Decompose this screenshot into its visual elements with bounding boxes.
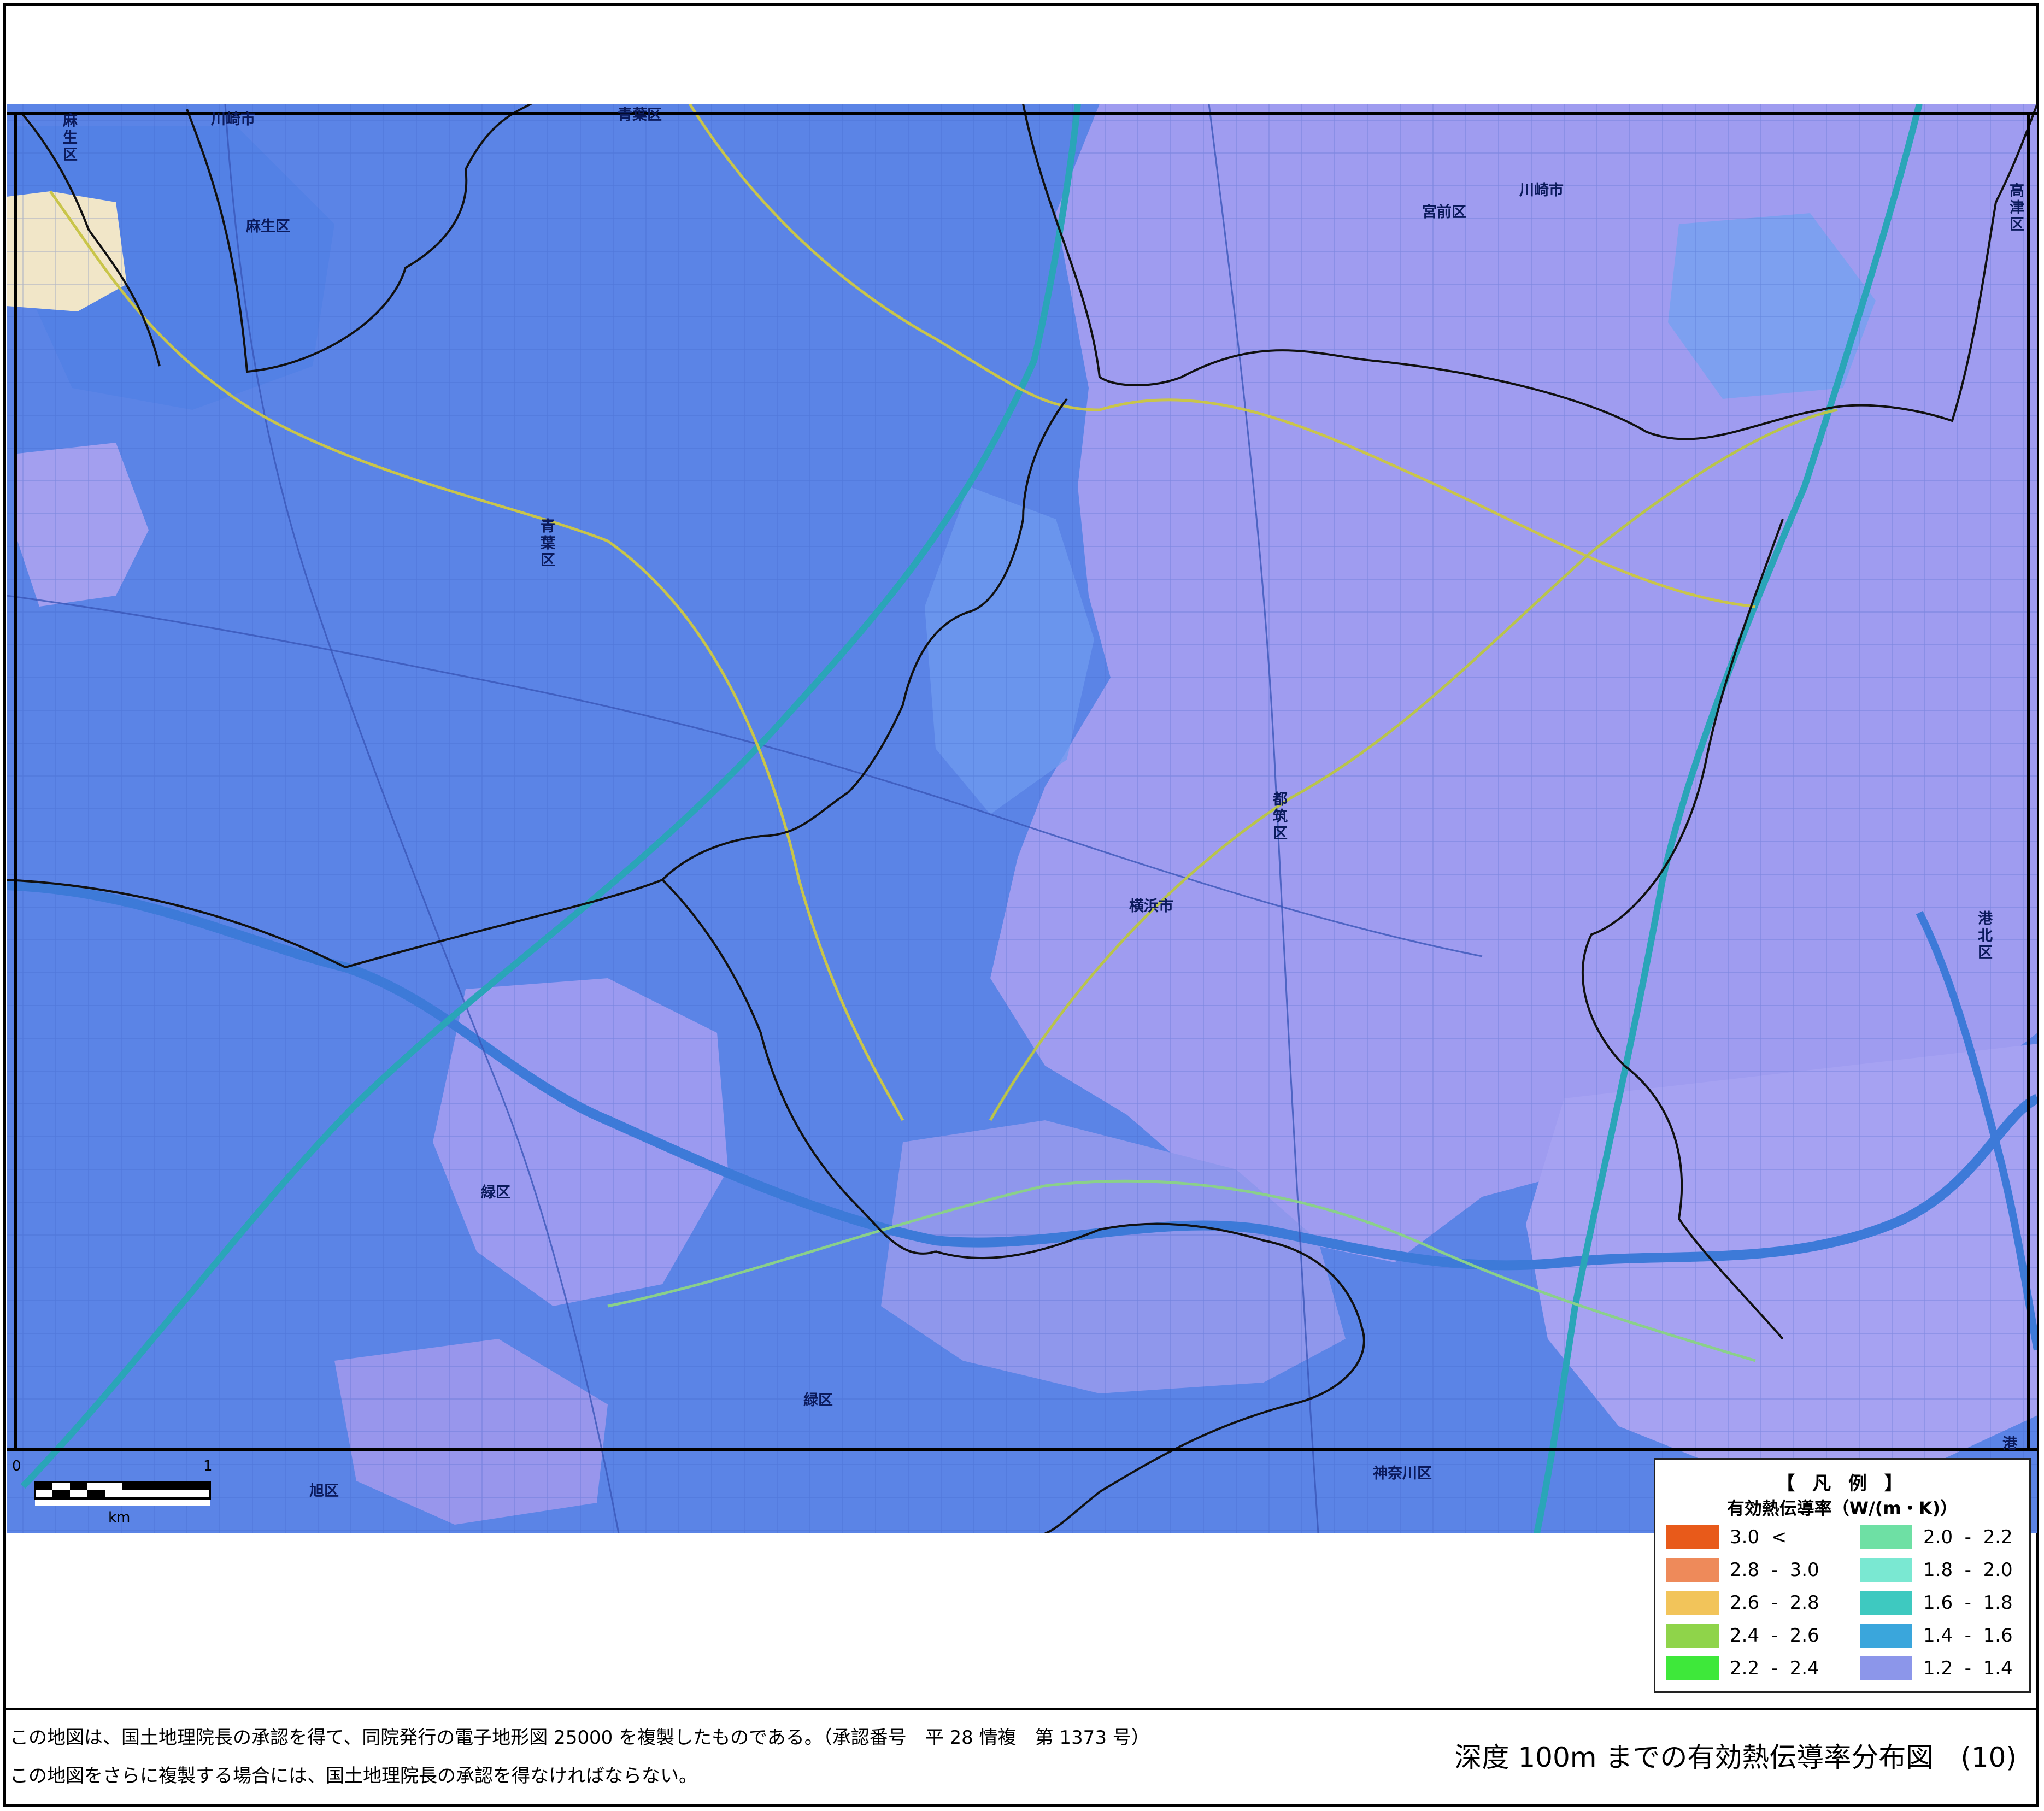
legend-swatch	[1860, 1525, 1912, 1549]
district-label-midori: 緑区	[803, 1392, 833, 1409]
legend-swatch	[1666, 1656, 1719, 1680]
reproduction-notice: この地図をさらに複製する場合には、国土地理院長の承認を得なければならない。	[10, 1765, 697, 1787]
legend-swatch	[1666, 1591, 1719, 1615]
district-label-aoba: 青葉区	[538, 518, 555, 569]
approval-notice: この地図は、国土地理院長の承認を得て、同院発行の電子地形図 25000 を複製し…	[10, 1727, 1150, 1749]
district-label-kawasaki-nw: 川崎市	[211, 111, 255, 128]
district-label-miyamae: 宮前区	[1422, 204, 1466, 221]
district-label-midori-west: 緑区	[481, 1184, 510, 1201]
scale-unit: km	[108, 1509, 131, 1526]
district-label-kawasaki: 川崎市	[1519, 182, 1564, 199]
legend-label: 1.6 - 1.8	[1923, 1592, 2013, 1614]
scale-segment-2	[70, 1482, 87, 1490]
district-label-kohoku: 港北区	[1975, 910, 1992, 961]
legend-label: 2.0 - 2.2	[1923, 1526, 2013, 1548]
district-label-asao-nw: 麻生区	[60, 113, 77, 163]
legend-label: 1.8 - 2.0	[1923, 1559, 2013, 1581]
district-label-yokohama: 横浜市	[1129, 898, 1173, 915]
legend-label: 1.4 - 1.6	[1923, 1625, 2013, 1647]
scale-segment-1	[35, 1482, 52, 1490]
scale-label-zero: 0	[12, 1458, 21, 1474]
legend-swatch	[1860, 1558, 1912, 1582]
district-label-takatsu: 高津区	[2007, 183, 2024, 233]
district-label-asao: 麻生区	[246, 218, 290, 235]
street-grid-overlay	[7, 104, 2037, 1533]
footer-divider	[3, 1708, 2039, 1710]
legend-swatch	[1860, 1624, 1912, 1648]
legend-swatch	[1860, 1591, 1912, 1615]
scale-bar	[34, 1481, 211, 1506]
map-title: 深度 100m までの有効熱伝導率分布図 (10)	[1454, 1742, 2017, 1773]
legend-subtitle: 有効熱伝導率（W/(m・K)）	[1726, 1498, 1958, 1519]
legend-label: 3.0 <	[1730, 1526, 1787, 1548]
scale-segment-5	[122, 1482, 210, 1490]
scale-segment-4	[87, 1490, 105, 1498]
legend-swatch	[1860, 1656, 1912, 1680]
district-label-kanagawa: 神奈川区	[1373, 1465, 1432, 1482]
scale-segment-3	[52, 1490, 70, 1498]
district-label-kohoku-se: 港	[2002, 1436, 2017, 1453]
legend-swatch	[1666, 1558, 1719, 1582]
legend-label: 1.2 - 1.4	[1923, 1657, 2013, 1679]
legend-swatch	[1666, 1525, 1719, 1549]
legend-label: 2.2 - 2.4	[1730, 1657, 1819, 1679]
legend-label: 2.6 - 2.8	[1730, 1592, 1819, 1614]
map-canvas[interactable]	[7, 104, 2037, 1533]
legend-label: 2.4 - 2.6	[1730, 1625, 1819, 1647]
legend: 【 凡 例 】 有効熱伝導率（W/(m・K)） 3.0 < 2.8 - 3.0 …	[1654, 1458, 2031, 1693]
district-label-tsuzuki: 都筑区	[1270, 791, 1287, 842]
district-label-aoba-top: 青葉区	[618, 107, 662, 124]
legend-swatch	[1666, 1624, 1719, 1648]
legend-label: 2.8 - 3.0	[1730, 1559, 1819, 1581]
district-label-asahi: 旭区	[309, 1483, 339, 1500]
legend-title: 【 凡 例 】	[1776, 1473, 1908, 1495]
